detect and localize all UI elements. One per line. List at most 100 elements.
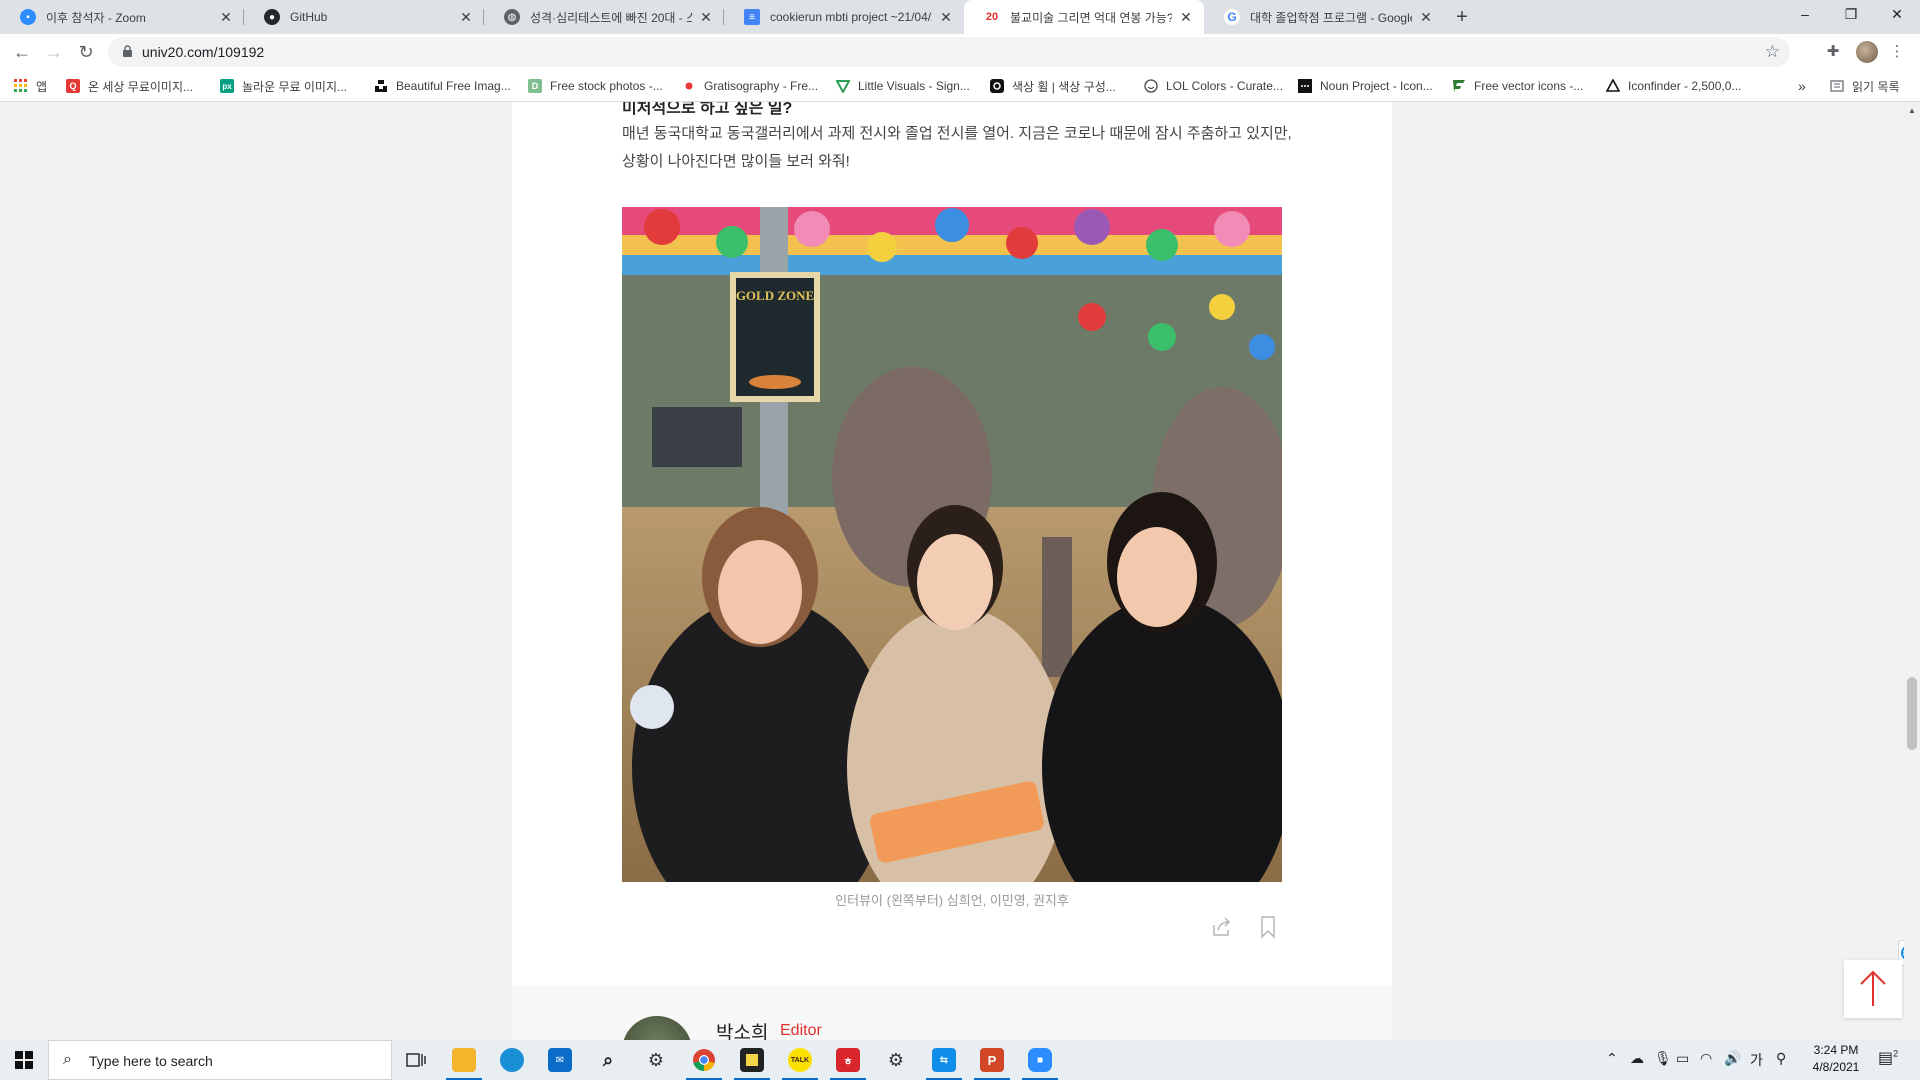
bookmark-label: 앱	[36, 79, 48, 94]
web-page-viewport: 미처적으로 하고 싶은 일? 매년 동국대학교 동국갤러리에서 과제 전시와 졸…	[0, 102, 1904, 1040]
gold-zone-sign-text: GOLD ZONE	[736, 288, 814, 303]
bookmark-label: Free vector icons -...	[1474, 79, 1584, 93]
scroll-to-top-button[interactable]	[1844, 960, 1902, 1018]
mail-icon: ✉	[548, 1048, 572, 1072]
volume-icon[interactable]: 🔊	[1724, 1050, 1741, 1067]
bookmark-pexels[interactable]: px 놀라운 무료 이미지...	[220, 77, 347, 95]
battery-icon[interactable]: ▭	[1676, 1050, 1689, 1067]
bookmark-star-icon[interactable]: ☆	[1765, 42, 1780, 62]
start-button[interactable]	[0, 1040, 48, 1080]
taskbar-search-placeholder: Type here to search	[89, 1053, 213, 1069]
teamviewer-icon: ⇆	[932, 1048, 956, 1072]
univ20-icon: 20	[985, 11, 999, 23]
ime-indicator[interactable]: 가	[1750, 1050, 1763, 1070]
action-center-icon[interactable]: ▤2	[1878, 1048, 1898, 1068]
tab-buddhist-art-active[interactable]: 20 불교미술 그리면 억대 연봉 가능? ✕	[964, 0, 1204, 34]
forward-button[interactable]: →	[40, 38, 68, 66]
zoom-icon: ▪	[20, 9, 36, 25]
q-logo-icon: Q	[66, 79, 80, 93]
interview-photo-illustration: GOLD ZONE	[622, 207, 1282, 882]
taskbar-edge[interactable]	[488, 1040, 536, 1080]
article-body: 미처적으로 하고 싶은 일? 매년 동국대학교 동국갤러리에서 과제 전시와 졸…	[512, 102, 1392, 986]
tab-personality-test[interactable]: ◍ 성격·심리테스트에 빠진 20대 - 스 ✕	[484, 0, 724, 34]
tab-zoom[interactable]: ▪ 이후 참석자 - Zoom ✕	[0, 0, 244, 34]
bookmark-little-visuals[interactable]: Little Visuals - Sign...	[836, 77, 970, 95]
taskbar-powerpoint[interactable]: P	[968, 1040, 1016, 1080]
vertical-scrollbar[interactable]: ▲	[1904, 102, 1920, 1040]
back-button[interactable]: ←	[8, 38, 36, 66]
taskbar-teamviewer[interactable]: ⇆	[920, 1040, 968, 1080]
reading-list-icon	[1830, 79, 1844, 93]
pexels-icon: px	[220, 79, 234, 93]
adobe-color-icon	[990, 79, 1004, 93]
tab-strip: ▪ 이후 참석자 - Zoom ✕ ● GitHub ✕ ◍ 성격·심리테스트에…	[0, 0, 1920, 34]
scrollbar-thumb[interactable]	[1907, 677, 1917, 750]
windows-logo-icon	[15, 1051, 33, 1069]
section-heading: 미처적으로 하고 싶은 일?	[622, 102, 793, 117]
bookmark-label: Beautiful Free Imag...	[396, 79, 511, 93]
taskbar-settings[interactable]: ⚙	[632, 1040, 680, 1080]
gratisography-icon	[682, 79, 696, 93]
close-tab-icon[interactable]: ✕	[1178, 9, 1194, 25]
taskbar-search-box[interactable]: ⌕ Type here to search	[48, 1040, 392, 1080]
microphone-icon[interactable]: 🎙	[1654, 1050, 1672, 1067]
tab-cookierun-doc[interactable]: ≡ cookierun mbti project ~21/04/2 ✕	[724, 0, 964, 34]
tray-overflow-chevron-icon[interactable]: ⌃	[1606, 1050, 1618, 1067]
bookmark-free-stock[interactable]: D Free stock photos -...	[528, 77, 663, 95]
taskbar-zoom[interactable]: ■	[1016, 1040, 1064, 1080]
taskbar-file-explorer[interactable]	[440, 1040, 488, 1080]
new-tab-button[interactable]: +	[1452, 7, 1472, 27]
taskbar-sticky-notes[interactable]	[728, 1040, 776, 1080]
windows-taskbar: ⌕ Type here to search ✉ ⌕ ⚙ TALK ㅎ ⚙ ⇆ P	[0, 1040, 1920, 1080]
tab-title: 성격·심리테스트에 빠진 20대 - 스	[530, 10, 692, 25]
taskbar-kakaotalk[interactable]: TALK	[776, 1040, 824, 1080]
close-tab-icon[interactable]: ✕	[1418, 9, 1434, 25]
bookmark-icon[interactable]	[1258, 915, 1278, 939]
bookmark-gratisography[interactable]: Gratisography - Fre...	[682, 77, 818, 95]
taskbar-search-app[interactable]: ⌕	[584, 1040, 632, 1080]
bookmark-lol-colors[interactable]: LOL Colors - Curate...	[1144, 77, 1283, 95]
lock-icon	[123, 45, 132, 57]
close-tab-icon[interactable]: ✕	[458, 9, 474, 25]
extensions-puzzle-icon[interactable]: ✚	[1822, 41, 1844, 63]
bookmark-label: Gratisography - Fre...	[704, 79, 819, 93]
bookmarks-overflow-button[interactable]: »	[1798, 77, 1806, 95]
hancom-icon: ㅎ	[836, 1048, 860, 1072]
taskbar-hancom[interactable]: ㅎ	[824, 1040, 872, 1080]
task-view-button[interactable]	[392, 1040, 440, 1080]
scroll-up-arrow-icon[interactable]: ▲	[1908, 106, 1916, 115]
close-window-button[interactable]: ✕	[1874, 0, 1920, 30]
wifi-icon[interactable]: ◠	[1700, 1050, 1712, 1067]
profile-avatar[interactable]	[1856, 41, 1878, 63]
chrome-menu-icon[interactable]: ⋮	[1886, 41, 1908, 63]
interview-photo: GOLD ZONE	[622, 207, 1282, 882]
taskbar-gear-app[interactable]: ⚙	[872, 1040, 920, 1080]
edge-icon	[500, 1048, 524, 1072]
bookmark-free-images-q[interactable]: Q 온 세상 무료이미지...	[66, 77, 193, 95]
maximize-button[interactable]: ❐	[1828, 0, 1874, 30]
unsplash-icon	[374, 79, 388, 93]
taskbar-mail[interactable]: ✉	[536, 1040, 584, 1080]
settings-gear-icon: ⚙	[647, 1049, 665, 1070]
close-tab-icon[interactable]: ✕	[698, 9, 714, 25]
bookmark-apps[interactable]: 앱	[14, 77, 47, 95]
bookmark-noun-project[interactable]: Noun Project - Icon...	[1298, 77, 1433, 95]
address-bar[interactable]: univ20.com/109192 ☆	[108, 37, 1790, 67]
onedrive-cloud-icon[interactable]: ☁	[1630, 1050, 1644, 1067]
bookmark-iconfinder[interactable]: Iconfinder - 2,500,0...	[1606, 77, 1741, 95]
reading-list-button[interactable]: 읽기 목록	[1830, 77, 1900, 95]
taskbar-chrome[interactable]	[680, 1040, 728, 1080]
network-status-icon[interactable]: ⚲	[1776, 1050, 1786, 1067]
close-tab-icon[interactable]: ✕	[938, 9, 954, 25]
close-tab-icon[interactable]: ✕	[218, 9, 234, 25]
reload-button[interactable]: ↻	[72, 38, 100, 66]
share-icon[interactable]	[1210, 915, 1234, 939]
bookmark-flaticon[interactable]: Free vector icons -...	[1452, 77, 1583, 95]
bookmark-adobe-color[interactable]: 색상 휠 | 색상 구성...	[990, 77, 1116, 95]
tab-github[interactable]: ● GitHub ✕	[244, 0, 484, 34]
tab-graduation-credits[interactable]: G 대학 졸업학점 프로그램 - Google ✕	[1204, 0, 1444, 34]
minimize-button[interactable]: –	[1782, 0, 1828, 30]
bookmark-unsplash[interactable]: Beautiful Free Imag...	[374, 77, 511, 95]
tab-title: GitHub	[290, 10, 328, 24]
system-clock[interactable]: 3:24 PM 4/8/2021	[1800, 1042, 1872, 1076]
